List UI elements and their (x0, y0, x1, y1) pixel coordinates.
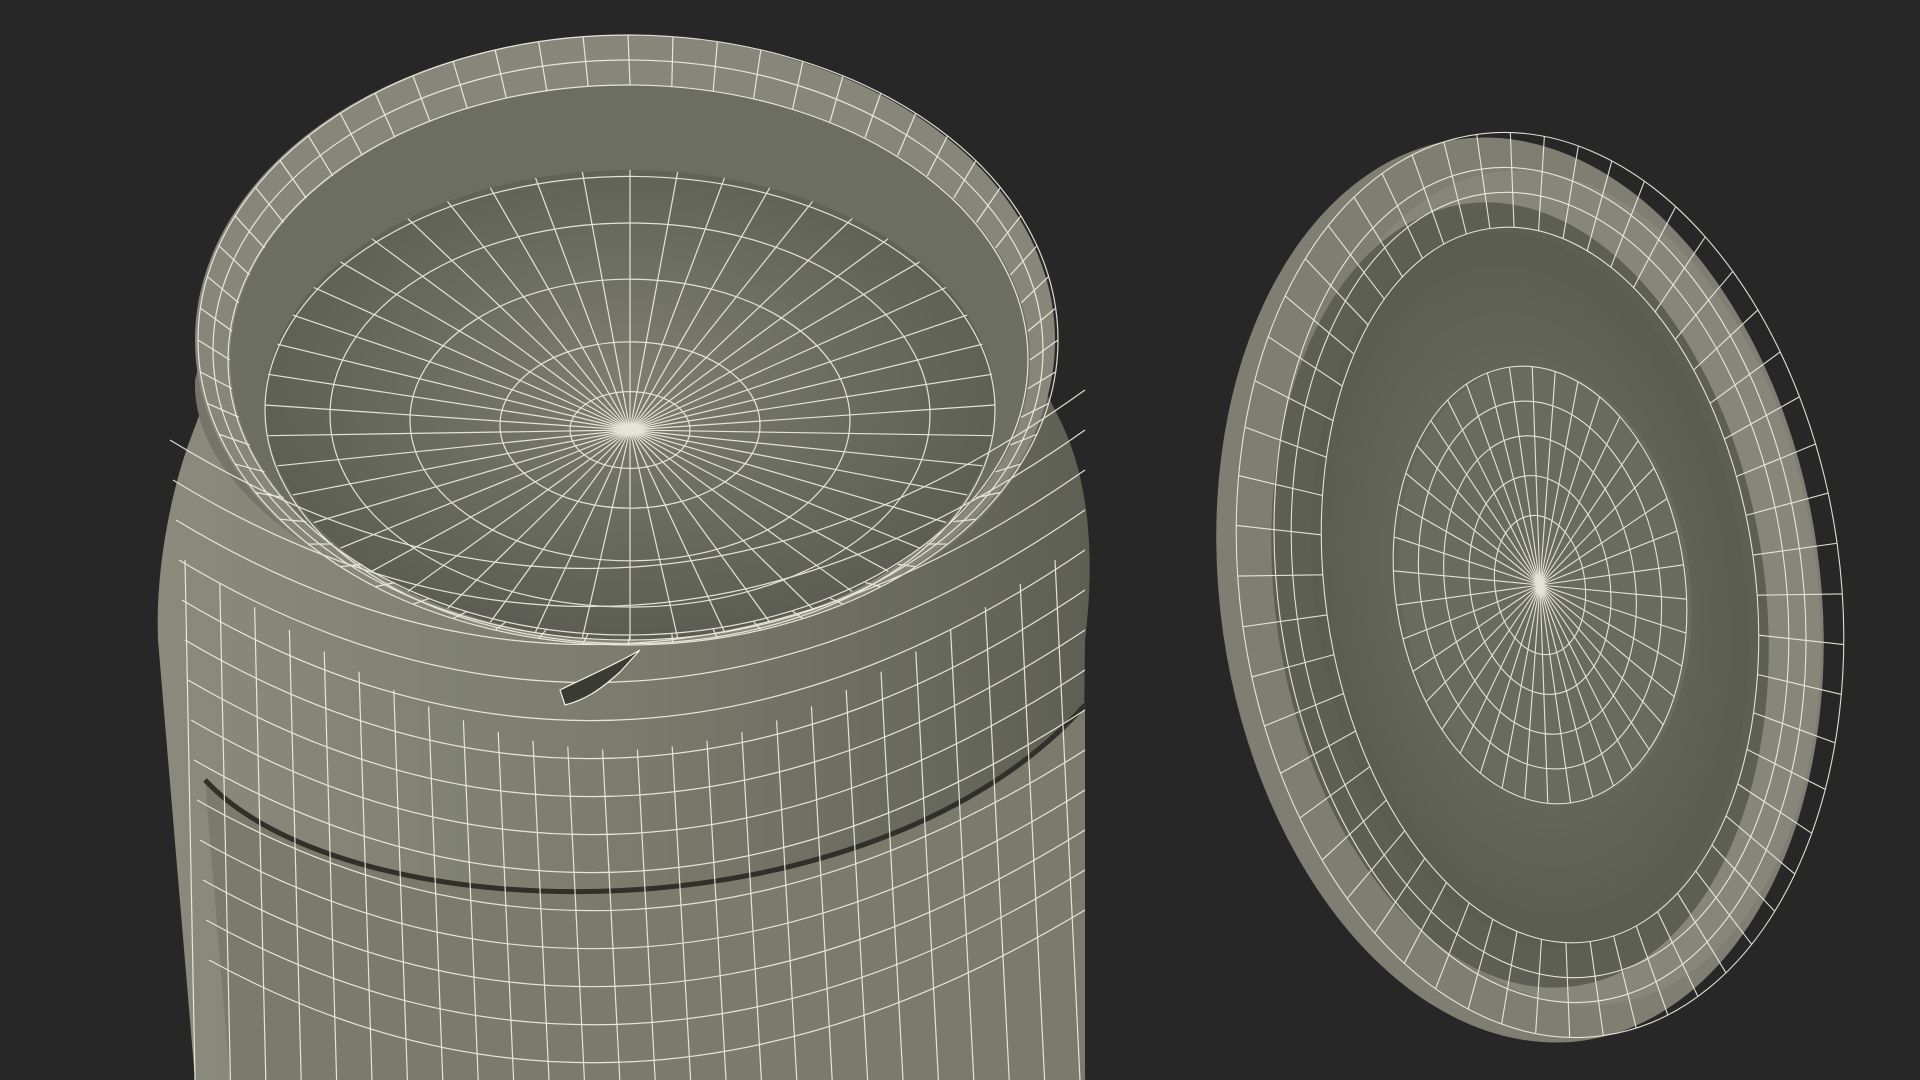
jar-lid (1216, 131, 1845, 1043)
jar-body (157, 34, 1090, 1080)
render-viewport (0, 0, 1920, 1080)
wireframe-render (157, 34, 1845, 1080)
